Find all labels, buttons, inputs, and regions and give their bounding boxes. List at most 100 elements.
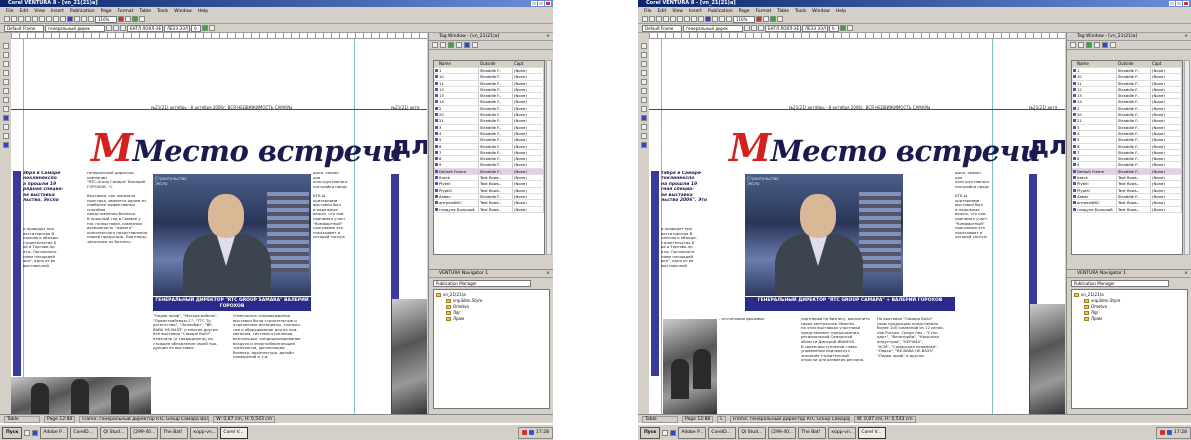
tree-item[interactable]: vnp3dnn.Styre [1084,298,1120,303]
paragraph-tags-icon[interactable] [456,42,462,48]
hand-tool-icon[interactable] [640,142,647,148]
next-page-photo[interactable] [392,299,427,414]
zoom-combo[interactable]: 116% [95,15,117,23]
menu-publication[interactable]: Publication [70,9,95,14]
menu-format[interactable]: Format [755,9,771,14]
maximize-button[interactable] [1176,1,1182,6]
underline-icon[interactable] [758,25,764,31]
tag-scrollbar[interactable] [546,60,552,255]
frame-tags-icon[interactable] [1086,42,1092,48]
open-icon[interactable] [649,16,655,22]
align-icon[interactable] [847,25,853,31]
zoom-icon[interactable] [118,16,124,22]
refresh-icon[interactable] [770,16,776,22]
menu-format[interactable]: Format [117,9,133,14]
tree-item[interactable]: Лрам [1084,316,1102,321]
fill-tool-icon[interactable] [640,115,647,121]
style-combo[interactable]: ЛЕЭЭ ЭЭЛ [802,24,828,32]
rect-tool-icon[interactable] [2,97,9,103]
exhibition-photo[interactable] [11,377,151,414]
menu-table[interactable]: Table [139,9,151,14]
task-button[interactable]: корр-vn... [828,426,857,439]
menu-help[interactable]: Help [198,9,208,14]
color-icon[interactable] [840,25,846,31]
pick-tool-icon[interactable] [2,43,9,49]
task-button[interactable]: The Bat! [798,426,827,439]
tree-root[interactable]: vn_21(21)a [1074,292,1104,297]
font-combo[interactable]: ЕНТЛ ЛОЯЛ-ЭЕ [765,24,801,32]
properties-icon[interactable] [472,42,478,48]
outline-tool-icon[interactable] [2,124,9,130]
paste-icon[interactable] [46,16,52,22]
start-button[interactable]: Пуск [2,426,23,439]
start-button[interactable]: Пуск [640,426,661,439]
char-tags-icon[interactable] [1102,42,1108,48]
shape-tool-icon[interactable] [2,52,9,58]
zoom-tool-icon[interactable] [640,79,647,85]
menu-tools[interactable]: Tools [795,9,806,14]
copy-icon[interactable] [39,16,45,22]
redo-icon[interactable] [698,16,704,22]
column-outside[interactable]: Outside [479,61,513,67]
undo-icon[interactable] [53,16,59,22]
menu-tools[interactable]: Tools [157,9,168,14]
frame-tool-icon[interactable] [2,70,9,76]
task-button[interactable]: Adobe P... [40,426,69,439]
new-icon[interactable] [642,16,648,22]
menu-page[interactable]: Page [101,9,112,14]
quicklaunch-icon[interactable] [662,429,669,436]
portrait-photo[interactable]: Строительство Экспо [745,174,903,296]
menu-window[interactable]: Window [812,9,830,14]
paragraph-tags-icon[interactable] [1094,42,1100,48]
column-outside[interactable]: Outside [1117,61,1151,67]
paragraph-tag-combo[interactable]: генеральный дирек [683,24,743,32]
menu-window[interactable]: Window [174,9,192,14]
fill-tool-icon[interactable] [2,115,9,121]
table-status[interactable]: Table [642,415,678,423]
ellipse-tool-icon[interactable] [640,106,647,112]
task-button[interactable]: CorelD... [70,426,99,439]
menu-publication[interactable]: Publication [708,9,733,14]
ellipse-tool-icon[interactable] [2,106,9,112]
quicklaunch-icon[interactable] [24,429,31,436]
tag-scrollbar[interactable] [1184,60,1190,255]
navigator-mode-select[interactable]: Publication Manager [1071,280,1169,287]
table-tool-icon[interactable] [2,133,9,139]
task-button[interactable]: Ql Stud... [100,426,129,439]
document-canvas[interactable]: №21(21) октябрь - 8 октября 2006г. ВСЯ Н… [649,39,1065,414]
table-row[interactable]: глидула Большой Text flows.. (None) [434,206,544,213]
redo-icon[interactable] [60,16,66,22]
cut-icon[interactable] [670,16,676,22]
table-icon[interactable] [74,16,80,22]
menu-insert[interactable]: Insert [51,9,64,14]
properties-icon[interactable] [1110,42,1116,48]
column-name[interactable]: Name [1072,61,1117,67]
task-button[interactable]: [299-40... [768,426,797,439]
task-button[interactable]: корр-vn... [190,426,219,439]
style-combo[interactable]: ЛЕЭЭ ЭЭЛ [164,24,190,32]
line-tool-icon[interactable] [640,88,647,94]
table-status[interactable]: Table [4,415,40,423]
tree-item[interactable]: Лqr [446,310,460,315]
print-icon[interactable] [663,16,669,22]
menu-view[interactable]: View [34,9,45,14]
save-icon[interactable] [656,16,662,22]
table-icon[interactable] [712,16,718,22]
import-icon[interactable] [67,16,73,22]
close-button[interactable] [545,1,551,6]
text-tool-icon[interactable] [640,61,647,67]
portrait-photo[interactable]: Строительство Экспо [153,174,311,296]
open-icon[interactable] [11,16,17,22]
menu-page[interactable]: Page [739,9,750,14]
tree-item[interactable]: Лрам [446,316,464,321]
import-icon[interactable] [705,16,711,22]
menu-file[interactable]: File [644,9,652,14]
table-tool-icon[interactable] [640,133,647,139]
align-icon[interactable] [209,25,215,31]
quicklaunch-icon[interactable] [670,429,677,436]
bold-icon[interactable] [106,25,112,31]
new-icon[interactable] [4,16,10,22]
copy-icon[interactable] [677,16,683,22]
frame-tag-combo[interactable]: Default Frame [642,24,682,32]
task-button-active[interactable]: Corel V... [858,426,887,439]
